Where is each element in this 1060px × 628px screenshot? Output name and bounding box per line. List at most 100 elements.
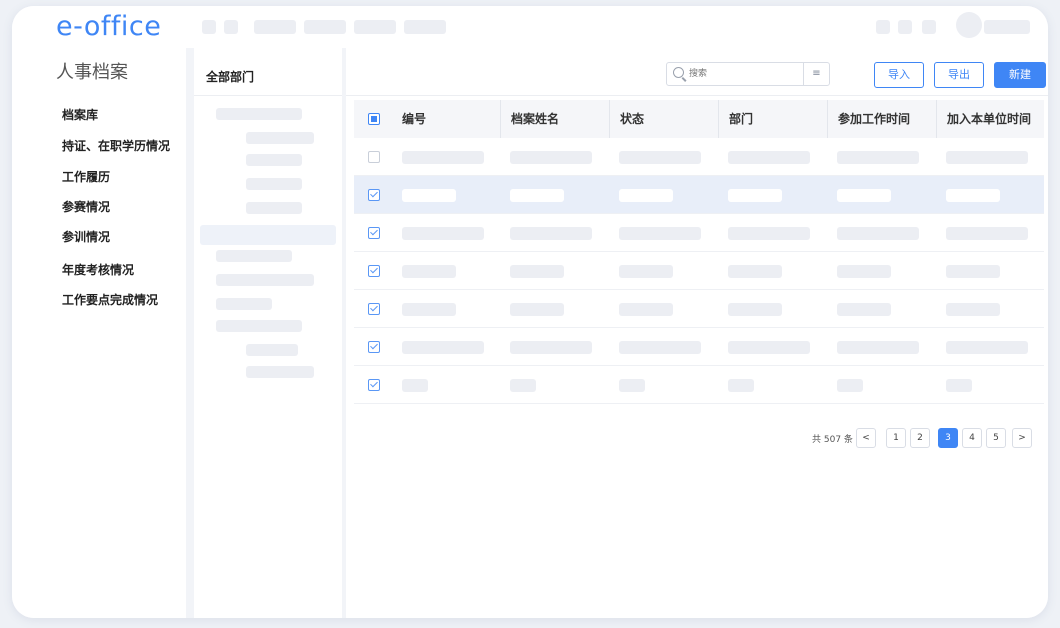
table-row[interactable] <box>354 290 1044 328</box>
row-checkbox[interactable] <box>368 303 380 315</box>
column-header-join-date[interactable]: 加入本单位时间 <box>936 100 1044 138</box>
cell <box>402 265 456 278</box>
table-row[interactable] <box>354 366 1044 404</box>
tree-node[interactable] <box>246 202 302 214</box>
tree-node[interactable] <box>216 274 314 286</box>
cell <box>402 189 456 202</box>
cell <box>728 227 810 240</box>
cell <box>619 227 701 240</box>
advanced-filter-button[interactable]: ≡ <box>803 63 829 85</box>
column-header-id[interactable]: 编号 <box>392 100 500 138</box>
cell <box>402 151 484 164</box>
cell <box>837 227 919 240</box>
pagination-prev-button[interactable]: < <box>856 428 876 448</box>
sidebar-item-work-history[interactable]: 工作履历 <box>62 168 110 185</box>
main-panel: ≡ 导入 导出 新建 编号 档案姓名 状态 部门 参加工作时间 加入本单位时间 <box>346 48 1048 618</box>
pagination-page-1[interactable]: 1 <box>886 428 906 448</box>
app-window: e-office 人事档案 档案库 持证、在职学历情况 工作履历 参赛情况 参训… <box>12 6 1048 618</box>
pagination-page-5[interactable]: 5 <box>986 428 1006 448</box>
tree-node[interactable] <box>246 132 314 144</box>
cell <box>837 151 919 164</box>
column-header-name[interactable]: 档案姓名 <box>500 100 609 138</box>
sidebar-item-competitions[interactable]: 参赛情况 <box>62 198 110 215</box>
pagination-page-2[interactable]: 2 <box>910 428 930 448</box>
top-action-placeholder[interactable] <box>922 20 936 34</box>
table-row[interactable] <box>354 252 1044 290</box>
search-input[interactable] <box>689 66 799 82</box>
top-bar: e-office <box>12 6 1048 48</box>
avatar[interactable] <box>956 12 982 38</box>
cell <box>728 379 754 392</box>
cell <box>946 265 1000 278</box>
top-nav-placeholder[interactable] <box>404 20 446 34</box>
cell <box>728 189 782 202</box>
export-button[interactable]: 导出 <box>934 62 984 88</box>
cell <box>619 341 701 354</box>
cell <box>837 265 891 278</box>
column-header-department[interactable]: 部门 <box>718 100 827 138</box>
chevron-left-icon: < <box>862 433 870 443</box>
pagination-page-3[interactable]: 3 <box>938 428 958 448</box>
cell <box>946 379 972 392</box>
tree-node[interactable] <box>246 344 298 356</box>
row-checkbox[interactable] <box>368 189 380 201</box>
cell <box>402 227 484 240</box>
cell <box>510 265 564 278</box>
top-nav-placeholder[interactable] <box>304 20 346 34</box>
pagination-page-4[interactable]: 4 <box>962 428 982 448</box>
top-nav-placeholder[interactable] <box>224 20 238 34</box>
table-row[interactable] <box>354 176 1044 214</box>
row-checkbox[interactable] <box>368 379 380 391</box>
table-row[interactable] <box>354 328 1044 366</box>
top-nav-placeholder[interactable] <box>202 20 216 34</box>
sidebar-item-work-goals[interactable]: 工作要点完成情况 <box>62 291 158 308</box>
cell <box>728 341 810 354</box>
select-all-checkbox[interactable] <box>368 113 380 125</box>
tree-node[interactable] <box>246 178 302 190</box>
column-header-status[interactable]: 状态 <box>609 100 718 138</box>
tree-node[interactable] <box>216 250 292 262</box>
tree-node-selected[interactable] <box>200 225 336 245</box>
sidebar-item-annual-review[interactable]: 年度考核情况 <box>62 261 134 278</box>
row-checkbox[interactable] <box>368 265 380 277</box>
tree-node[interactable] <box>216 298 272 310</box>
sidebar-item-archive[interactable]: 档案库 <box>62 106 98 123</box>
sidebar-item-certificates[interactable]: 持证、在职学历情况 <box>62 137 170 154</box>
search-box[interactable]: ≡ <box>666 62 830 86</box>
cell <box>510 379 536 392</box>
cell <box>510 189 564 202</box>
row-checkbox[interactable] <box>368 341 380 353</box>
tree-header[interactable]: 全部部门 <box>194 48 342 96</box>
cell <box>728 151 810 164</box>
tree-node[interactable] <box>246 154 302 166</box>
table-header: 编号 档案姓名 状态 部门 参加工作时间 加入本单位时间 <box>354 100 1044 138</box>
user-name-placeholder[interactable] <box>984 20 1030 34</box>
column-header-work-start[interactable]: 参加工作时间 <box>827 100 936 138</box>
cell <box>837 303 891 316</box>
tree-node[interactable] <box>246 366 314 378</box>
search-icon <box>673 67 684 78</box>
tree-node[interactable] <box>216 320 302 332</box>
table-row[interactable] <box>354 138 1044 176</box>
cell <box>402 379 428 392</box>
body-area: 人事档案 档案库 持证、在职学历情况 工作履历 参赛情况 参训情况 年度考核情况… <box>12 48 1048 618</box>
cell <box>619 379 645 392</box>
cell <box>510 151 592 164</box>
sidebar-item-training[interactable]: 参训情况 <box>62 228 110 245</box>
import-button[interactable]: 导入 <box>874 62 924 88</box>
top-action-placeholder[interactable] <box>898 20 912 34</box>
top-nav-placeholder[interactable] <box>254 20 296 34</box>
tree-node[interactable] <box>216 108 302 120</box>
table-row[interactable] <box>354 214 1044 252</box>
row-checkbox[interactable] <box>368 151 380 163</box>
cell <box>946 227 1028 240</box>
app-logo[interactable]: e-office <box>56 10 161 44</box>
pagination-next-button[interactable]: > <box>1012 428 1032 448</box>
row-checkbox[interactable] <box>368 227 380 239</box>
cell <box>728 265 782 278</box>
new-button[interactable]: 新建 <box>994 62 1046 88</box>
top-action-placeholder[interactable] <box>876 20 890 34</box>
top-nav-placeholder[interactable] <box>354 20 396 34</box>
cell <box>619 189 673 202</box>
pagination-total: 共 507 条 <box>812 435 853 445</box>
